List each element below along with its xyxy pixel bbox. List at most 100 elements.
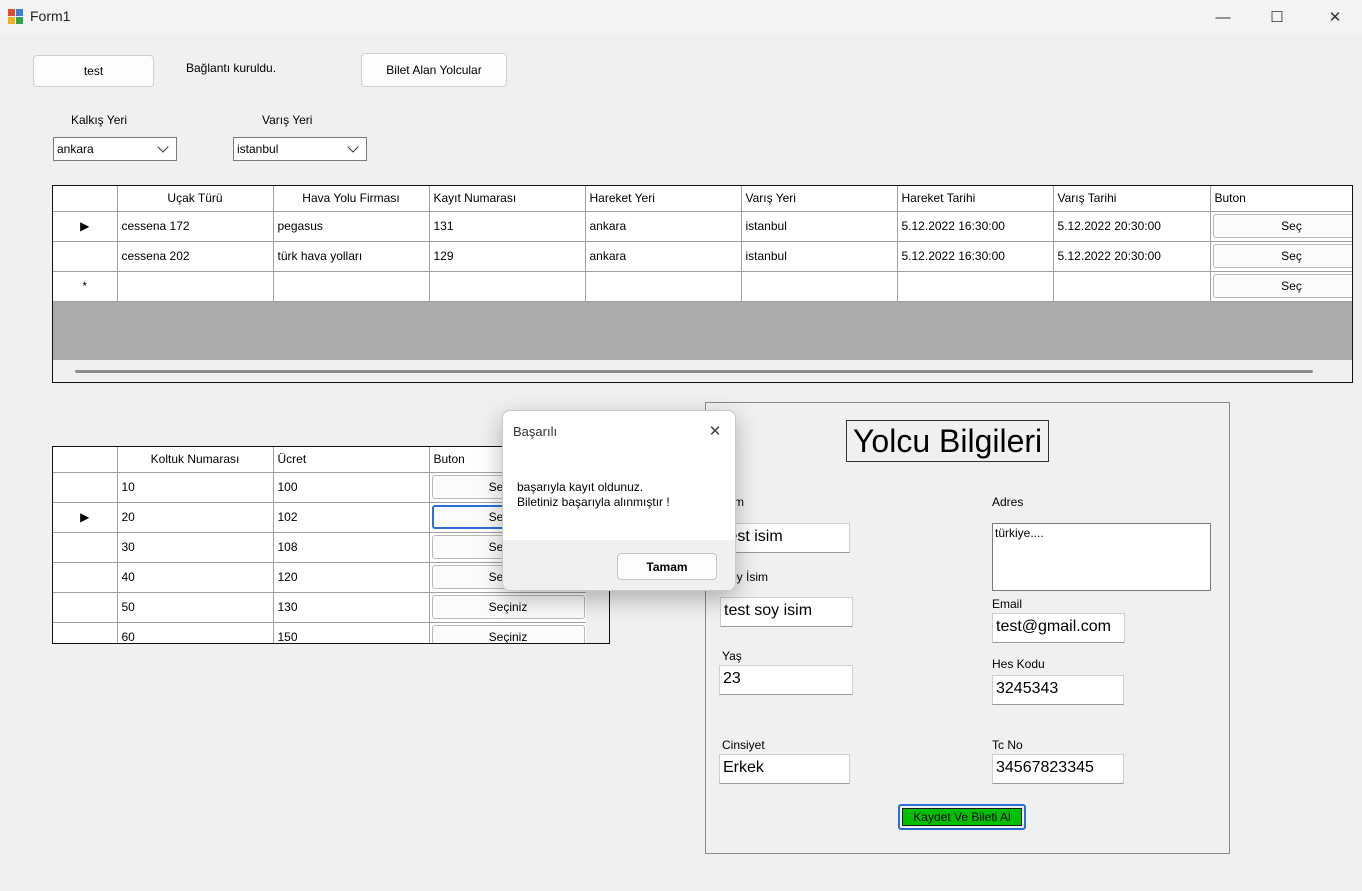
passengers-button[interactable]: Bilet Alan Yolcular (361, 53, 507, 87)
table-cell[interactable]: 60 (117, 622, 274, 643)
table-cell[interactable]: 40 (117, 562, 274, 593)
table-cell: Seç (1210, 241, 1352, 272)
table-row[interactable]: * Seç (53, 271, 1352, 302)
column-header[interactable]: Hareket Yeri (585, 186, 742, 212)
select-flight-button[interactable]: Seç (1212, 214, 1352, 238)
gender-label: Cinsiyet (722, 738, 765, 752)
column-header[interactable]: Varış Tarihi (1053, 186, 1211, 212)
chevron-down-icon (347, 141, 359, 153)
table-cell[interactable]: pegasus (273, 211, 430, 242)
table-cell[interactable] (273, 271, 430, 302)
table-cell[interactable]: 20 (117, 502, 274, 533)
row-selector-icon[interactable] (53, 622, 118, 643)
ok-button[interactable]: Tamam (617, 553, 717, 580)
flights-corner-header (53, 186, 118, 212)
horizontal-scrollbar[interactable] (53, 360, 1352, 382)
row-selector-icon[interactable]: ▶ (53, 211, 118, 242)
arrival-select[interactable]: istanbul (233, 137, 367, 161)
row-selector-icon[interactable] (53, 472, 118, 503)
table-cell[interactable]: türk hava yolları (273, 241, 430, 272)
passenger-title: Yolcu Bilgileri (846, 420, 1050, 462)
table-row[interactable]: ▶ cessena 172 pegasus 131 ankara istanbu… (53, 211, 1352, 242)
table-cell[interactable]: 10 (117, 472, 274, 503)
select-flight-button[interactable]: Seç (1212, 274, 1352, 298)
close-icon[interactable]: ✕ (1312, 0, 1358, 34)
table-cell[interactable] (585, 271, 742, 302)
chevron-down-icon (157, 141, 169, 153)
table-cell[interactable]: 131 (429, 211, 586, 242)
tc-no-field[interactable]: 34567823345 (992, 754, 1124, 784)
arrival-select-value: istanbul (237, 142, 279, 156)
column-header[interactable]: Buton (1210, 186, 1352, 212)
age-field[interactable]: 23 (719, 665, 853, 695)
table-cell: Seçiniz (429, 622, 588, 643)
column-header[interactable]: Uçak Türü (117, 186, 274, 212)
table-cell[interactable] (897, 271, 1054, 302)
test-button[interactable]: test (33, 55, 154, 87)
table-cell[interactable] (429, 271, 586, 302)
select-flight-button[interactable]: Seç (1212, 244, 1352, 268)
email-field[interactable]: test@gmail.com (992, 613, 1125, 643)
table-cell[interactable]: ankara (585, 211, 742, 242)
save-and-buy-label: Kaydet Ve Bileti Al (902, 808, 1022, 826)
table-cell[interactable]: 5.12.2022 16:30:00 (897, 211, 1054, 242)
row-selector-icon[interactable] (53, 241, 118, 272)
passenger-groupbox (705, 402, 1230, 854)
grid-empty-area (53, 302, 1352, 360)
tc-no-label: Tc No (992, 738, 1023, 752)
table-cell[interactable] (117, 271, 274, 302)
row-selector-icon[interactable]: ▶ (53, 502, 118, 533)
table-cell[interactable] (741, 271, 898, 302)
table-cell[interactable]: 50 (117, 592, 274, 623)
table-row[interactable]: cessena 202 türk hava yolları 129 ankara… (53, 241, 1352, 272)
table-cell[interactable]: 129 (429, 241, 586, 272)
table-cell[interactable]: 5.12.2022 16:30:00 (897, 241, 1054, 272)
close-icon[interactable]: ✕ (703, 419, 727, 443)
table-cell[interactable] (1053, 271, 1211, 302)
table-cell[interactable]: 102 (273, 502, 430, 533)
column-header[interactable]: Koltuk Numarası (117, 447, 274, 473)
maximize-icon[interactable]: ☐ (1254, 0, 1300, 34)
table-cell: Seçiniz (429, 592, 588, 623)
table-cell[interactable]: 108 (273, 532, 430, 563)
table-cell[interactable]: 30 (117, 532, 274, 563)
hes-code-field[interactable]: 3245343 (992, 675, 1124, 705)
new-row-icon[interactable]: * (53, 271, 118, 302)
column-header[interactable]: Ücret (273, 447, 430, 473)
row-selector-icon[interactable] (53, 532, 118, 563)
table-cell[interactable]: 5.12.2022 20:30:00 (1053, 211, 1211, 242)
row-selector-icon[interactable] (53, 562, 118, 593)
email-label: Email (992, 597, 1023, 611)
table-row[interactable]: 60 150 Seçiniz (53, 622, 588, 643)
address-textarea[interactable]: türkiye.... (992, 523, 1211, 591)
flights-grid[interactable]: Uçak Türü Hava Yolu Firması Kayıt Numara… (52, 185, 1353, 383)
select-seat-button[interactable]: Seçiniz (431, 625, 585, 643)
table-cell[interactable]: cessena 202 (117, 241, 274, 272)
table-cell[interactable]: cessena 172 (117, 211, 274, 242)
surname-field[interactable]: test soy isim (720, 597, 853, 627)
save-and-buy-button[interactable]: Kaydet Ve Bileti Al (898, 804, 1026, 830)
app-icon (8, 9, 24, 25)
table-cell[interactable]: 5.12.2022 20:30:00 (1053, 241, 1211, 272)
gender-field[interactable]: Erkek (719, 754, 850, 784)
departure-select[interactable]: ankara (53, 137, 177, 161)
row-selector-icon[interactable] (53, 592, 118, 623)
name-field[interactable]: test isim (720, 523, 850, 553)
table-cell[interactable]: ankara (585, 241, 742, 272)
table-row[interactable]: 50 130 Seçiniz (53, 592, 588, 623)
select-seat-button[interactable]: Seçiniz (431, 595, 585, 619)
column-header[interactable]: Kayıt Numarası (429, 186, 586, 212)
table-cell[interactable]: istanbul (741, 211, 898, 242)
table-cell[interactable]: 120 (273, 562, 430, 593)
scrollbar-thumb[interactable] (75, 370, 1313, 373)
minimize-icon[interactable]: — (1200, 0, 1246, 34)
seats-corner-header (53, 447, 118, 473)
table-cell[interactable]: 130 (273, 592, 430, 623)
column-header[interactable]: Hava Yolu Firması (273, 186, 430, 212)
table-cell[interactable]: 100 (273, 472, 430, 503)
hes-code-label: Hes Kodu (992, 657, 1045, 671)
column-header[interactable]: Hareket Tarihi (897, 186, 1054, 212)
table-cell[interactable]: 150 (273, 622, 430, 643)
column-header[interactable]: Varış Yeri (741, 186, 898, 212)
table-cell[interactable]: istanbul (741, 241, 898, 272)
